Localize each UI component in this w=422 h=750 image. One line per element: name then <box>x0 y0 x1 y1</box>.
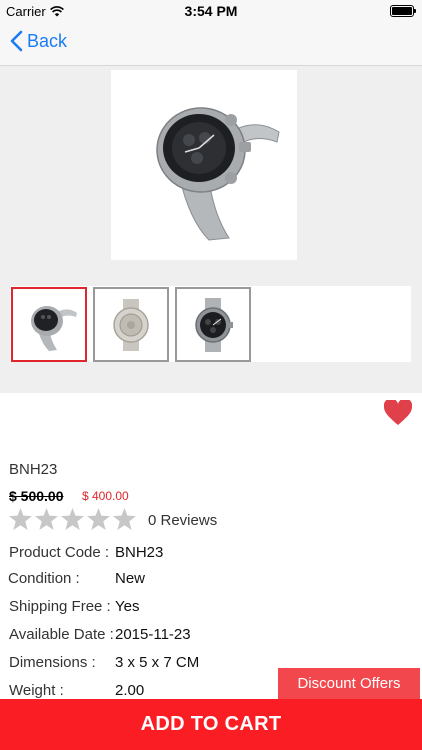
spec-value-product-code: BNH23 <box>115 544 164 561</box>
heart-icon <box>383 398 413 425</box>
spec-value-weight: 2.00 <box>115 682 145 699</box>
spec-value-available-date: 2015-11-23 <box>115 626 191 643</box>
star-icon <box>61 508 84 530</box>
star-icon <box>35 508 58 530</box>
battery-fill <box>392 7 412 15</box>
star-icon <box>113 508 136 530</box>
status-bar: Carrier 3:54 PM <box>0 0 422 22</box>
clock: 3:54 PM <box>184 3 238 19</box>
navigation-bar: Back <box>0 22 422 66</box>
spec-label-shipping: Shipping Free : <box>9 598 111 615</box>
product-main-image[interactable] <box>111 70 297 260</box>
spec-label-condition: Condition : <box>8 570 80 587</box>
thumbnail-3[interactable] <box>175 287 251 362</box>
star-icon <box>9 508 32 530</box>
watch-front-thumbnail <box>195 297 233 352</box>
watch-side-thumbnail <box>31 305 77 351</box>
thumbnail-1[interactable] <box>11 287 87 362</box>
back-label: Back <box>27 30 68 51</box>
watch-back-thumbnail <box>113 298 149 351</box>
chevron-left-icon <box>10 30 23 52</box>
spec-value-dimensions: 3 x 5 x 7 CM <box>115 654 200 671</box>
favorite-button[interactable] <box>383 398 413 431</box>
spec-value-shipping: Yes <box>115 598 140 615</box>
back-button[interactable]: Back <box>10 30 67 52</box>
spec-value-condition: New <box>115 570 146 587</box>
spec-label-product-code: Product Code : <box>9 544 110 561</box>
spec-label-weight: Weight : <box>9 682 64 699</box>
review-count[interactable]: 0 Reviews <box>148 512 217 529</box>
star-icon <box>87 508 110 530</box>
rating-stars[interactable] <box>9 508 136 530</box>
thumbnail-2[interactable] <box>93 287 169 362</box>
watch-side-image <box>156 107 280 241</box>
battery-icon <box>390 5 416 17</box>
spec-label-dimensions: Dimensions : <box>9 654 96 671</box>
add-to-cart-button[interactable]: ADD TO CART <box>0 699 422 750</box>
product-gallery <box>0 66 422 393</box>
spec-label-available-date: Available Date : <box>9 626 114 643</box>
thumbnail-strip <box>10 286 411 362</box>
original-price: $ 500.00 <box>9 488 64 504</box>
sale-price: $ 400.00 <box>82 489 129 503</box>
discount-offers-button[interactable]: Discount Offers <box>278 668 420 699</box>
product-sku: BNH23 <box>9 461 58 478</box>
